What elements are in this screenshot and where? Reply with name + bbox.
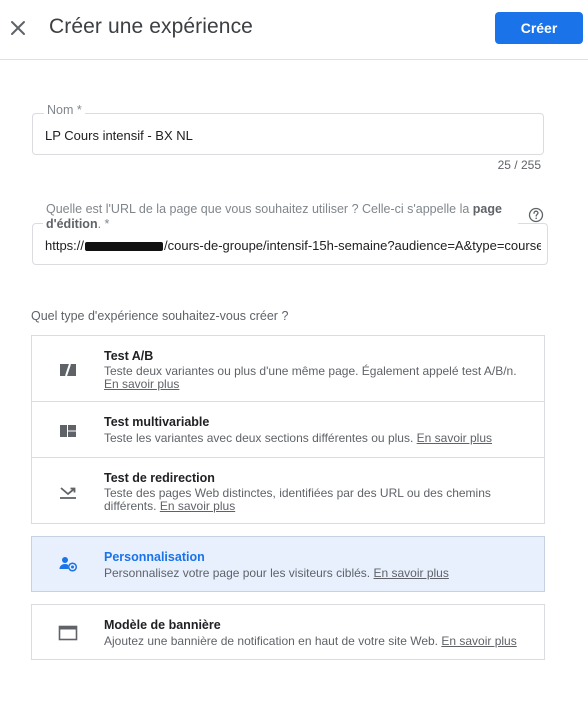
url-prefix: https://: [45, 238, 85, 253]
personalization-icon: [59, 557, 78, 572]
help-icon: [528, 207, 544, 223]
option-multivariate[interactable]: Test multivariable Teste les variantes a…: [31, 401, 545, 458]
learn-more-link[interactable]: En savoir plus: [104, 377, 179, 391]
url-label: Quelle est l'URL de la page que vous sou…: [43, 202, 518, 232]
ab-test-icon: [60, 363, 76, 377]
option-description: Teste des pages Web distinctes, identifi…: [104, 486, 491, 513]
url-label-suffix: . *: [97, 217, 110, 231]
option-title: Test multivariable: [104, 415, 210, 429]
learn-more-link[interactable]: En savoir plus: [373, 566, 448, 580]
option-banner[interactable]: Modèle de bannière Ajoutez une bannière …: [31, 604, 545, 660]
option-title: Personnalisation: [104, 550, 205, 564]
learn-more-link[interactable]: En savoir plus: [417, 431, 492, 445]
option-personalization[interactable]: Personnalisation Personnalisez votre pag…: [31, 536, 545, 592]
option-description: Personnalisez votre page pour les visite…: [104, 566, 449, 580]
dialog-header: Créer une expérience Créer: [0, 0, 588, 60]
page-title: Créer une expérience: [49, 15, 253, 38]
learn-more-link[interactable]: En savoir plus: [441, 634, 516, 648]
name-field[interactable]: [32, 113, 544, 155]
redacted-domain: [85, 242, 164, 252]
url-path: /cours-de-groupe/intensif-15h-semaine?au…: [164, 238, 541, 253]
option-description: Ajoutez une bannière de notification en …: [104, 634, 517, 648]
experience-type-title: Quel type d'expérience souhaitez-vous cr…: [31, 309, 289, 323]
redirect-icon: [60, 487, 76, 499]
url-label-prefix: Quelle est l'URL de la page que vous sou…: [46, 202, 473, 216]
banner-icon: [58, 625, 78, 641]
multivariate-icon: [60, 425, 76, 437]
char-counter: 25 / 255: [497, 158, 541, 172]
option-description: Teste deux variantes ou plus d'une même …: [104, 364, 517, 391]
option-title: Test de redirection: [104, 471, 215, 485]
name-label: Nom *: [44, 103, 85, 117]
close-button[interactable]: [6, 16, 30, 40]
close-icon: [11, 21, 25, 35]
option-description: Teste les variantes avec deux sections d…: [104, 431, 493, 445]
url-input[interactable]: https:// /cours-de-groupe/intensif-15h-se…: [45, 238, 541, 254]
learn-more-link[interactable]: En savoir plus: [160, 499, 235, 513]
create-button[interactable]: Créer: [495, 12, 583, 44]
help-button[interactable]: [528, 207, 544, 223]
option-redirect[interactable]: Test de redirection Teste des pages Web …: [31, 457, 545, 524]
name-input[interactable]: [45, 127, 525, 143]
option-ab-test[interactable]: Test A/B Teste deux variantes ou plus d'…: [31, 335, 545, 402]
option-title: Modèle de bannière: [104, 618, 221, 632]
option-title: Test A/B: [104, 349, 154, 363]
